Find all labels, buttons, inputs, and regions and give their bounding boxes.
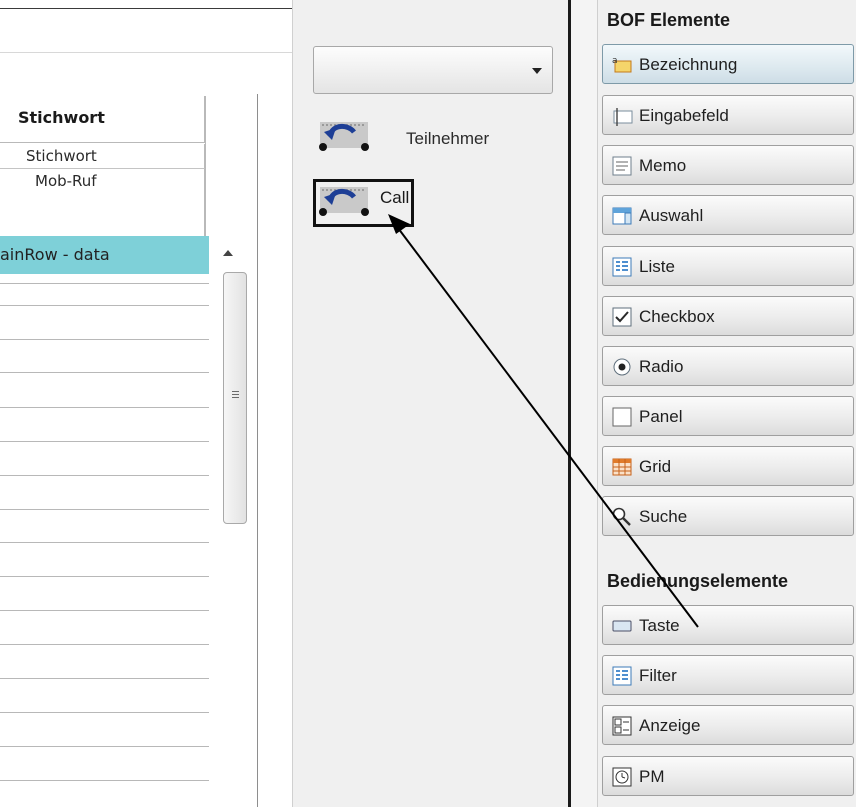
tool-button-filter[interactable]: Filter <box>602 655 854 695</box>
display-icon <box>612 716 632 736</box>
textfield-icon <box>613 108 633 126</box>
table-subrow[interactable]: Stichwort <box>0 144 205 169</box>
combobox-icon <box>612 207 632 225</box>
tool-button-label: Grid <box>639 457 672 476</box>
filter-icon <box>612 666 632 686</box>
tool-button-radio[interactable]: Radio <box>602 346 854 386</box>
clock-icon <box>612 767 632 787</box>
grip-line <box>232 391 239 392</box>
table-row-line <box>0 283 209 284</box>
panel-top-border <box>0 8 292 9</box>
table-row-line <box>0 576 209 577</box>
tool-button-pm[interactable]: PM <box>602 756 854 796</box>
tool-button-label: Liste <box>639 257 675 276</box>
panel-icon <box>612 407 632 427</box>
tool-button-bezeichnung[interactable]: a Bezeichnung <box>602 44 854 84</box>
tool-button-taste[interactable]: Taste <box>602 605 854 645</box>
table-row-line <box>0 372 209 373</box>
table-row-line <box>0 407 209 408</box>
list-icon <box>612 257 632 277</box>
tool-button-label: PM <box>639 767 665 786</box>
row-label: ainRow - data <box>0 245 110 264</box>
tool-button-anzeige[interactable]: Anzeige <box>602 705 854 745</box>
subrow-label: Stichwort <box>26 147 97 165</box>
widget-label-call[interactable]: Call <box>380 188 409 208</box>
table-row-line <box>0 339 209 340</box>
table-row-line <box>0 678 209 679</box>
scroll-thumb[interactable] <box>223 272 247 524</box>
button-icon <box>612 620 632 632</box>
memo-icon <box>612 156 632 176</box>
tool-button-label: Memo <box>639 156 687 175</box>
tool-button-liste[interactable]: Liste <box>602 246 854 286</box>
label-icon: a <box>612 56 632 73</box>
search-icon <box>612 507 631 526</box>
section-title-bedienung: Bedienungselemente <box>607 571 789 591</box>
table-subrow[interactable]: Mob-Ruf <box>0 169 205 194</box>
widget-label-teilnehmer[interactable]: Teilnehmer <box>406 129 489 149</box>
call-widget-icon[interactable] <box>318 118 370 152</box>
section-title-bof: BOF Elemente <box>607 10 731 30</box>
table-row-line <box>0 305 209 306</box>
tool-button-label: Radio <box>639 357 684 376</box>
tool-button-auswahl[interactable]: Auswahl <box>602 195 854 235</box>
table-row-line <box>0 780 209 781</box>
tool-button-grid[interactable]: Grid <box>602 446 854 486</box>
panel-divider <box>0 52 292 53</box>
subrow-label: Mob-Ruf <box>35 172 97 190</box>
table-row-line <box>0 441 209 442</box>
tool-button-label: Bezeichnung <box>639 55 738 74</box>
tool-button-label: Anzeige <box>639 716 701 735</box>
tool-button-label: Taste <box>639 616 680 635</box>
column-header-label: Stichwort <box>18 108 105 127</box>
tool-button-panel[interactable]: Panel <box>602 396 854 436</box>
table-row-selected[interactable]: ainRow - data <box>0 236 209 274</box>
tool-button-eingabefeld[interactable]: Eingabefeld <box>602 95 854 135</box>
table-row-line <box>0 746 209 747</box>
widget-combobox[interactable] <box>313 46 553 94</box>
table-row-line <box>0 542 209 543</box>
tool-button-label: Auswahl <box>639 206 704 225</box>
vertical-scrollbar[interactable] <box>212 236 256 807</box>
tool-button-checkbox[interactable]: Checkbox <box>602 296 854 336</box>
checkbox-icon <box>612 307 632 327</box>
tool-button-suche[interactable]: Suche <box>602 496 854 536</box>
table-row-line <box>0 644 209 645</box>
table-row-line <box>0 610 209 611</box>
scroll-up-arrow-icon[interactable] <box>223 250 233 256</box>
radio-icon <box>613 358 631 376</box>
table-row-line <box>0 509 209 510</box>
column-header-empty <box>205 96 257 236</box>
tool-button-label: Eingabefeld <box>639 106 729 125</box>
grip-line <box>232 394 239 395</box>
tool-button-label: Filter <box>639 666 677 685</box>
tool-button-label: Suche <box>639 507 688 526</box>
tool-button-label: Checkbox <box>639 307 715 326</box>
table-row-line <box>0 475 209 476</box>
splitter-gutter <box>571 0 598 807</box>
tool-button-memo[interactable]: Memo <box>602 145 854 185</box>
grid-icon <box>612 458 632 476</box>
chevron-down-icon[interactable] <box>532 68 542 74</box>
svg-text:a: a <box>612 56 618 66</box>
tool-button-label: Panel <box>639 407 683 426</box>
call-widget-icon[interactable] <box>318 183 370 217</box>
table-gap <box>0 194 205 236</box>
table-row-line <box>0 712 209 713</box>
grip-line <box>232 397 239 398</box>
column-header-stichwort[interactable]: Stichwort <box>0 96 205 143</box>
